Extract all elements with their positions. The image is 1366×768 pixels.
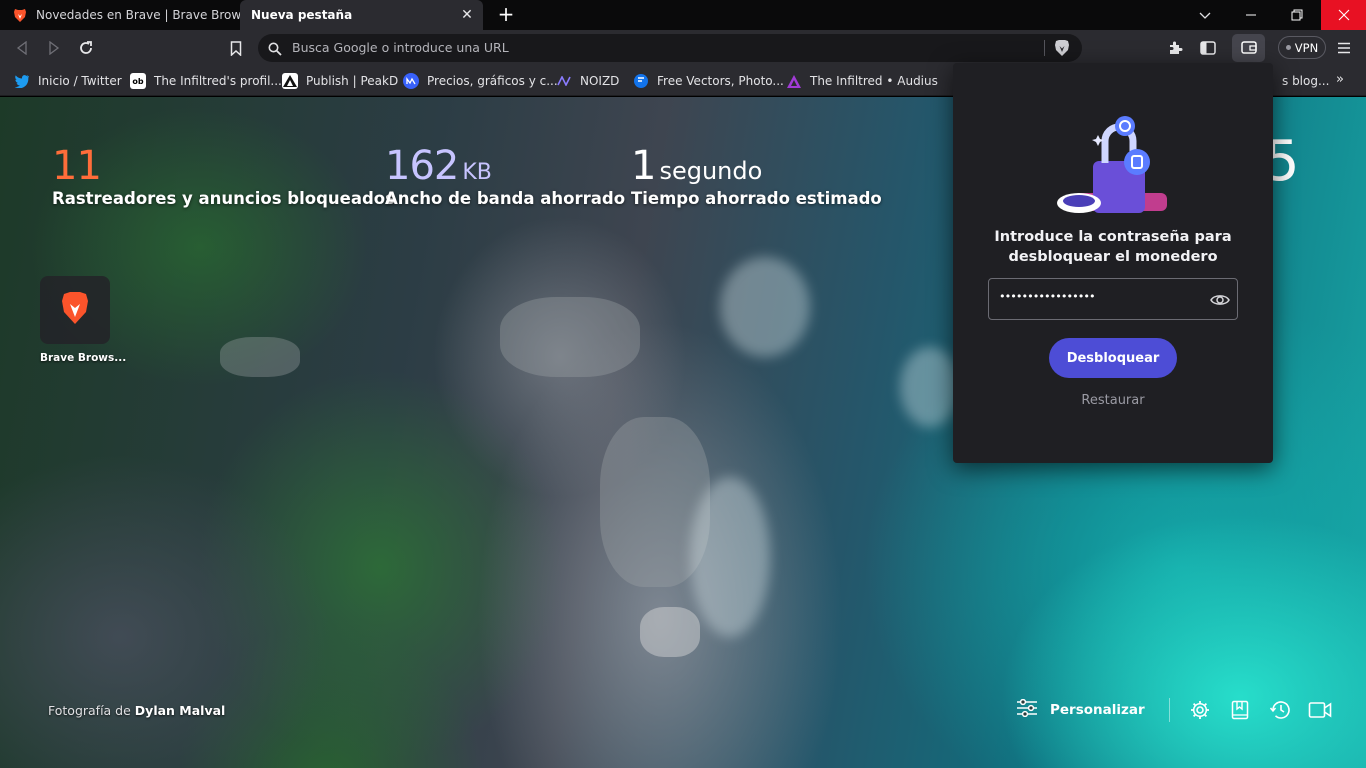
objkt-icon: ob	[130, 73, 146, 89]
credit-author[interactable]: Dylan Malval	[135, 703, 226, 718]
noizd-icon	[556, 73, 572, 89]
bandwidth-unit: KB	[462, 160, 492, 185]
bookmark-label: Publish | PeakD	[306, 74, 399, 88]
vpn-button[interactable]: VPN	[1278, 36, 1326, 59]
photo-credit: Fotografía de Dylan Malval	[48, 703, 225, 718]
customize-button[interactable]: Personalizar	[1016, 698, 1145, 721]
sidebar-icon[interactable]	[1198, 38, 1218, 58]
close-icon[interactable]: ✕	[459, 7, 475, 23]
wallet-lock-illustration	[1053, 115, 1173, 219]
new-tab-button[interactable]: +	[494, 3, 518, 27]
bookmark-label: Inicio / Twitter	[38, 74, 122, 88]
time-label: Tiempo ahorrado estimado	[631, 189, 882, 208]
bandwidth-value: 162	[385, 143, 459, 189]
bookmark-icon[interactable]	[226, 38, 246, 58]
wave-foam	[720, 257, 810, 357]
sliders-icon	[1016, 698, 1038, 721]
video-call-icon[interactable]	[1308, 698, 1332, 722]
wallet-unlock-title: Introduce la contraseña para desbloquear…	[994, 229, 1232, 265]
bookmark-item[interactable]: Inicio / Twitter	[14, 71, 122, 91]
bookmark-item[interactable]: The Infiltred • Audius	[786, 71, 938, 91]
wave-foam	[690, 477, 770, 637]
brave-lion-icon	[12, 8, 27, 23]
time-value: 1	[631, 143, 656, 189]
url-input[interactable]	[292, 40, 992, 55]
top-site-tile[interactable]: Brave Brows...	[40, 276, 127, 364]
trackers-label: Rastreadores y anuncios bloqueados	[52, 189, 395, 208]
footer-actions: Personalizar	[1016, 695, 1348, 725]
twitter-icon	[14, 73, 30, 89]
peakd-icon	[282, 73, 298, 89]
bookmarks-icon[interactable]	[1228, 698, 1252, 722]
background-rock	[220, 337, 300, 377]
history-icon[interactable]	[1268, 698, 1292, 722]
bookmark-item[interactable]: Precios, gráficos y c...	[403, 71, 558, 91]
eye-icon[interactable]	[1209, 290, 1231, 310]
brave-lion-icon	[60, 291, 90, 329]
gear-icon[interactable]	[1188, 698, 1212, 722]
restore-link[interactable]: Restaurar	[1013, 393, 1213, 408]
tab-title: Nueva pestaña	[251, 8, 353, 22]
stat-time-saved: 1 segundo Tiempo ahorrado estimado	[631, 143, 882, 208]
bandwidth-label: Ancho de banda ahorrado	[385, 189, 626, 208]
vpn-status-dot	[1285, 45, 1291, 50]
bookmark-item[interactable]: NOIZD	[556, 71, 619, 91]
credit-prefix: Fotografía de	[48, 703, 131, 718]
bookmark-item[interactable]: Publish | PeakD	[282, 71, 398, 91]
bookmark-label: NOIZD	[580, 74, 620, 88]
top-site-label: Brave Brows...	[40, 352, 127, 364]
freepik-icon	[633, 73, 649, 89]
password-field[interactable]	[988, 278, 1238, 320]
unlock-button[interactable]: Desbloquear	[1049, 338, 1177, 378]
password-input[interactable]	[999, 290, 1199, 303]
forward-icon[interactable]	[44, 38, 64, 58]
address-bar[interactable]	[258, 34, 1082, 62]
bookmark-label: The Infiltred's profil...	[154, 74, 282, 88]
more-bookmarks-icon[interactable]: »	[1336, 72, 1344, 87]
stat-trackers: 11 Rastreadores y anuncios bloqueados	[52, 143, 395, 208]
stat-bandwidth: 162 KB Ancho de banda ahorrado	[385, 143, 625, 208]
bookmark-label: Precios, gráficos y c...	[427, 74, 558, 88]
tab-strip: Novedades en Brave | Brave Browser Nueva…	[0, 0, 1366, 30]
bookmark-label: The Infiltred • Audius	[810, 74, 938, 88]
audius-icon	[786, 73, 802, 89]
toolbar: VPN	[0, 30, 1366, 66]
wave-foam	[900, 347, 960, 427]
divider	[1168, 698, 1170, 722]
wallet-icon	[1240, 39, 1257, 58]
chevron-down-icon[interactable]	[1194, 5, 1216, 25]
divider	[1044, 40, 1045, 56]
tab-nueva-pestana[interactable]: Nueva pestaña ✕	[240, 0, 483, 30]
search-icon	[268, 41, 282, 60]
time-unit: segundo	[659, 157, 763, 185]
restore-window-button[interactable]	[1274, 0, 1319, 30]
extensions-icon[interactable]	[1166, 38, 1186, 58]
background-rock	[500, 297, 640, 377]
bookmark-label: Free Vectors, Photo...	[657, 74, 784, 88]
bookmark-item[interactable]: s blog...	[1282, 71, 1329, 91]
minimize-button[interactable]	[1228, 0, 1273, 30]
bookmark-item[interactable]: ob The Infiltred's profil...	[130, 71, 282, 91]
vpn-label: VPN	[1294, 40, 1319, 55]
close-window-button[interactable]	[1321, 0, 1366, 30]
reload-icon[interactable]	[76, 38, 96, 58]
menu-icon[interactable]	[1334, 38, 1354, 58]
wallet-button[interactable]	[1232, 34, 1265, 62]
bookmark-item[interactable]: Free Vectors, Photo...	[633, 71, 784, 91]
back-icon[interactable]	[12, 38, 32, 58]
tab-novedades[interactable]: Novedades en Brave | Brave Browser	[0, 0, 240, 30]
wallet-unlock-panel: Introduce la contraseña para desbloquear…	[953, 63, 1273, 463]
coinmarketcap-icon	[403, 73, 419, 89]
background-rock	[640, 607, 700, 657]
top-site-icon-box	[40, 276, 110, 344]
customize-label: Personalizar	[1050, 702, 1145, 718]
bookmark-label: s blog...	[1282, 74, 1330, 88]
tab-title: Novedades en Brave | Brave Browser	[36, 8, 240, 22]
trackers-count: 11	[52, 143, 102, 189]
brave-shields-icon[interactable]	[1054, 39, 1070, 61]
